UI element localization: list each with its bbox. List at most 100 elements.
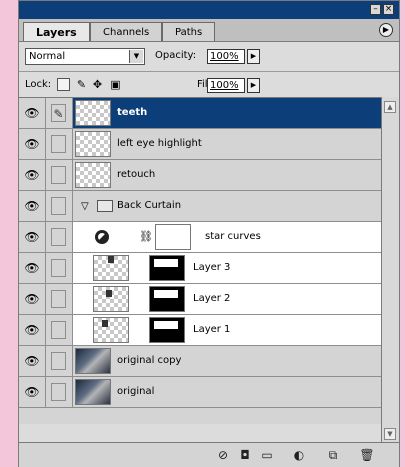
- minimize-icon[interactable]: –: [370, 4, 381, 15]
- chain-icon[interactable]: ⛓: [139, 230, 153, 243]
- link-box: [51, 135, 66, 153]
- layer-name: retouch: [117, 169, 156, 180]
- scroll-down-icon[interactable]: ▼: [384, 428, 396, 440]
- link-box: [51, 321, 66, 339]
- layer-main[interactable]: teeth: [73, 98, 381, 128]
- lock-all-icon[interactable]: ▣: [109, 78, 122, 91]
- blend-mode-value: Normal: [29, 51, 66, 62]
- layer-row-retouch[interactable]: 👁 retouch: [19, 160, 381, 191]
- layer-row-original[interactable]: 👁 original: [19, 377, 381, 408]
- layer-thumbnail: [75, 131, 111, 157]
- link-box: [51, 197, 66, 215]
- close-icon[interactable]: ×: [383, 4, 394, 15]
- link-box: [51, 383, 66, 401]
- tab-channels[interactable]: Channels: [90, 22, 163, 41]
- layer-thumbnail: [75, 100, 111, 126]
- layer-row-left-eye-highlight[interactable]: 👁 left eye highlight: [19, 129, 381, 160]
- layer-main[interactable]: retouch: [73, 160, 381, 190]
- link-column[interactable]: [46, 253, 73, 283]
- opacity-input[interactable]: 100%: [207, 49, 245, 64]
- eye-icon[interactable]: 👁: [19, 253, 46, 283]
- new-layer-icon[interactable]: ⧉: [325, 448, 341, 462]
- fill-input[interactable]: 100%: [207, 78, 245, 93]
- panel-footer: ⊘ ◘ ▭ ◐ ⧉ 🗑: [19, 442, 399, 467]
- eye-icon[interactable]: 👁: [19, 315, 46, 345]
- layer-row-star-curves[interactable]: 👁 ⛓ star curves: [19, 222, 381, 253]
- trash-icon[interactable]: 🗑: [359, 448, 375, 462]
- panel-menu-icon[interactable]: ▶: [379, 23, 393, 37]
- new-group-icon[interactable]: ▭: [259, 448, 275, 462]
- lock-move-icon[interactable]: ✥: [91, 78, 104, 91]
- new-adjustment-icon[interactable]: ◐: [291, 448, 307, 462]
- layer-row-layer-3[interactable]: 👁 Layer 3: [19, 253, 381, 284]
- lock-transparency-icon[interactable]: [57, 78, 70, 91]
- layer-main[interactable]: original: [73, 377, 381, 407]
- eye-icon[interactable]: 👁: [19, 284, 46, 314]
- lock-row: Lock: ✎ ✥ ▣ Fill: 100% ▶: [19, 71, 399, 98]
- blend-mode-select[interactable]: Normal ▼: [25, 48, 145, 65]
- layer-main[interactable]: original copy: [73, 346, 381, 376]
- layer-list: 👁 ✎ teeth 👁 left eye highlight 👁 retouch: [19, 97, 381, 424]
- layer-name: teeth: [117, 107, 148, 118]
- link-column[interactable]: [46, 346, 73, 376]
- link-box: [51, 228, 66, 246]
- layer-main[interactable]: ⛓ star curves: [73, 222, 381, 252]
- layer-row-original-copy[interactable]: 👁 original copy: [19, 346, 381, 377]
- layer-mask-thumbnail: [149, 317, 185, 343]
- layer-thumbnail: [93, 286, 129, 312]
- brush-column[interactable]: ✎: [46, 98, 73, 128]
- tab-paths[interactable]: Paths: [162, 22, 216, 41]
- layer-row-layer-1[interactable]: 👁 Layer 1: [19, 315, 381, 346]
- layer-row-back-curtain[interactable]: 👁 ▽ Back Curtain: [19, 191, 381, 222]
- layer-row-teeth[interactable]: 👁 ✎ teeth: [19, 98, 381, 129]
- fill-slider-arrow-icon[interactable]: ▶: [247, 78, 260, 93]
- link-column[interactable]: [46, 377, 73, 407]
- eye-icon[interactable]: 👁: [19, 160, 46, 190]
- layer-mask-thumbnail: [149, 286, 185, 312]
- opacity-slider-arrow-icon[interactable]: ▶: [247, 49, 260, 64]
- layer-name: original copy: [117, 355, 182, 366]
- layer-name: original: [117, 386, 155, 397]
- layer-main[interactable]: Layer 3: [73, 253, 381, 283]
- link-box: [51, 259, 66, 277]
- layer-style-icon[interactable]: ⊘: [215, 448, 231, 462]
- add-mask-icon[interactable]: ◘: [237, 448, 253, 462]
- disclosure-triangle-icon[interactable]: ▽: [81, 201, 89, 212]
- content-mark: [102, 320, 108, 327]
- layer-main[interactable]: Layer 2: [73, 284, 381, 314]
- eye-icon[interactable]: 👁: [19, 346, 46, 376]
- content-mark: [106, 290, 112, 297]
- eye-icon[interactable]: 👁: [19, 98, 46, 128]
- link-column[interactable]: [46, 222, 73, 252]
- layer-name: Layer 3: [193, 262, 231, 273]
- tab-bar: Layers Channels Paths: [19, 19, 399, 42]
- panel-titlebar[interactable]: – ×: [19, 1, 399, 19]
- adjustment-icon: [95, 230, 109, 244]
- eye-icon[interactable]: 👁: [19, 129, 46, 159]
- layer-mask-thumbnail: [149, 255, 185, 281]
- layer-name: Layer 1: [193, 324, 231, 335]
- eye-icon[interactable]: 👁: [19, 191, 46, 221]
- link-column[interactable]: [46, 284, 73, 314]
- layer-thumbnail: [75, 379, 111, 405]
- layer-name: left eye highlight: [117, 138, 202, 149]
- link-column[interactable]: [46, 129, 73, 159]
- lock-brush-icon[interactable]: ✎: [75, 78, 88, 91]
- eye-icon[interactable]: 👁: [19, 222, 46, 252]
- link-column[interactable]: [46, 315, 73, 345]
- scroll-up-icon[interactable]: ▲: [384, 101, 396, 113]
- chevron-down-icon[interactable]: ▼: [129, 50, 143, 63]
- brush-icon: ✎: [51, 104, 66, 122]
- layer-row-layer-2[interactable]: 👁 Layer 2: [19, 284, 381, 315]
- link-box: [51, 166, 66, 184]
- layer-name: Back Curtain: [117, 200, 182, 211]
- tab-layers[interactable]: Layers: [23, 22, 90, 41]
- link-column[interactable]: [46, 160, 73, 190]
- layer-main[interactable]: Layer 1: [73, 315, 381, 345]
- link-column[interactable]: [46, 191, 73, 221]
- layer-main[interactable]: left eye highlight: [73, 129, 381, 159]
- layer-thumbnail: [75, 162, 111, 188]
- eye-icon[interactable]: 👁: [19, 377, 46, 407]
- layer-main[interactable]: ▽ Back Curtain: [73, 191, 381, 221]
- vertical-scrollbar[interactable]: ▲ ▼: [381, 97, 399, 442]
